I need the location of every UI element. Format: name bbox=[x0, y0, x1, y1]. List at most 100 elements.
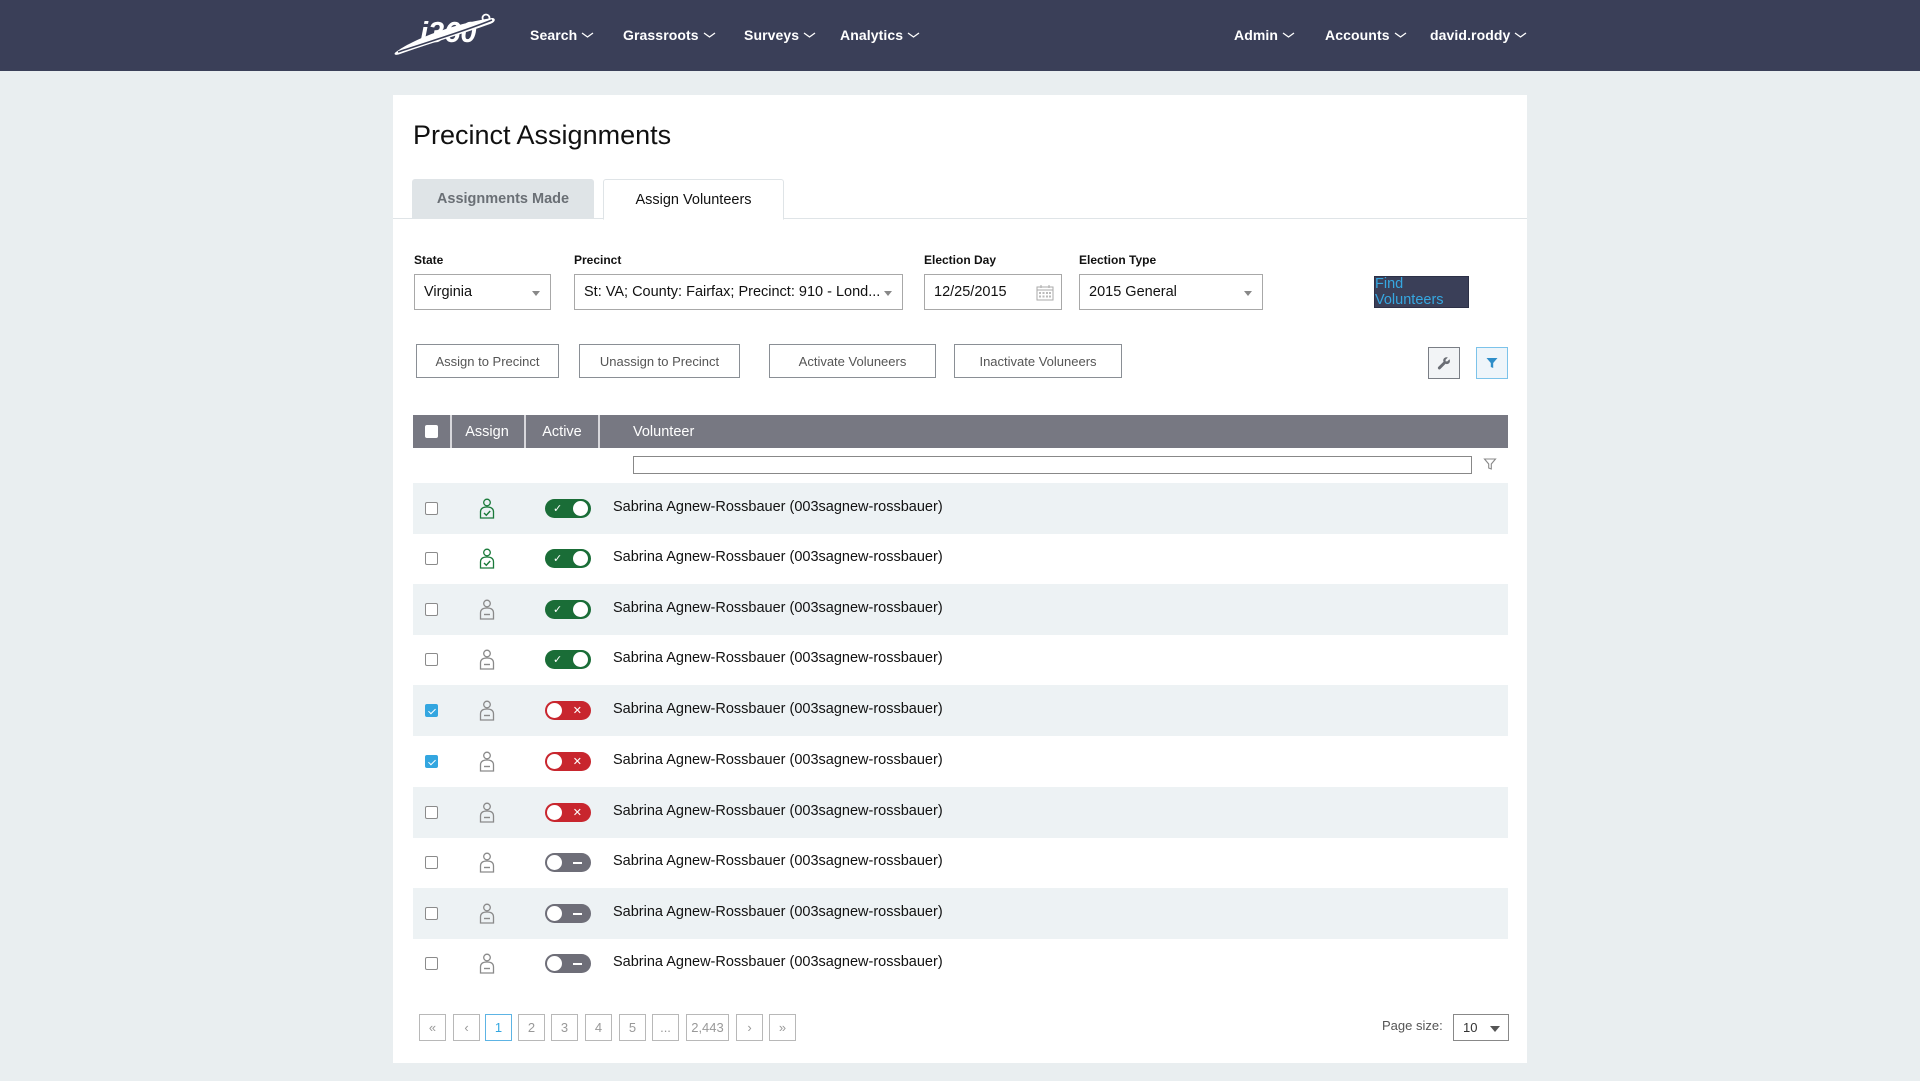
nav-user-label: david.roddy bbox=[1430, 27, 1511, 43]
svg-text:i360: i360 bbox=[420, 17, 476, 49]
minus-icon bbox=[573, 853, 582, 872]
table-row[interactable]: ✓ Sabrina Agnew-Rossbauer (003sagnew-ross… bbox=[413, 483, 1508, 534]
active-toggle-unset[interactable] bbox=[545, 954, 591, 973]
column-header-volunteer[interactable]: Volunteer bbox=[633, 415, 694, 448]
volunteer-filter-input[interactable] bbox=[633, 456, 1472, 474]
table-row[interactable]: Sabrina Agnew-Rossbauer (003sagnew-rossb… bbox=[413, 938, 1508, 989]
page-5-button[interactable]: 5 bbox=[619, 1014, 646, 1041]
person-unassigned-icon[interactable] bbox=[479, 802, 495, 823]
caret-down-icon bbox=[884, 291, 892, 296]
first-page-button[interactable]: « bbox=[419, 1014, 446, 1041]
row-checkbox[interactable] bbox=[425, 704, 438, 717]
active-toggle-unset[interactable] bbox=[545, 853, 591, 872]
column-header-assign[interactable]: Assign bbox=[450, 415, 524, 448]
more-pages-button[interactable]: ... bbox=[652, 1014, 679, 1041]
tab-assignments-made[interactable]: Assignments Made bbox=[412, 179, 594, 219]
volunteer-name: Sabrina Agnew-Rossbauer (003sagnew-rossb… bbox=[613, 499, 943, 515]
prev-page-button[interactable]: ‹ bbox=[453, 1014, 480, 1041]
table-row[interactable]: ✕ Sabrina Agnew-Rossbauer (003sagnew-ross… bbox=[413, 685, 1508, 736]
table-row[interactable]: ✓ Sabrina Agnew-Rossbauer (003sagnew-ross… bbox=[413, 584, 1508, 635]
check-icon: ✓ bbox=[553, 654, 563, 666]
toggle-knob bbox=[547, 855, 562, 870]
page-1-button[interactable]: 1 bbox=[485, 1014, 512, 1041]
chevron-down-icon bbox=[803, 32, 816, 38]
person-unassigned-icon[interactable] bbox=[479, 852, 495, 873]
nav-surveys[interactable]: Surveys bbox=[744, 24, 816, 46]
state-select[interactable]: Virginia bbox=[414, 274, 551, 310]
toggle-knob bbox=[547, 805, 562, 820]
tab-assign-volunteers[interactable]: Assign Volunteers bbox=[603, 179, 784, 220]
active-toggle-active[interactable]: ✓ bbox=[545, 600, 591, 619]
person-assigned-icon[interactable] bbox=[479, 498, 495, 519]
nav-grassroots[interactable]: Grassroots bbox=[623, 24, 716, 46]
settings-wrench-button[interactable] bbox=[1428, 347, 1460, 379]
table-row[interactable]: ✕ Sabrina Agnew-Rossbauer (003sagnew-ross… bbox=[413, 736, 1508, 787]
table-row[interactable]: Sabrina Agnew-Rossbauer (003sagnew-rossb… bbox=[413, 888, 1508, 939]
table-row[interactable]: ✕ Sabrina Agnew-Rossbauer (003sagnew-ross… bbox=[413, 787, 1508, 838]
row-checkbox[interactable] bbox=[425, 957, 438, 970]
filter-icon bbox=[1486, 358, 1498, 368]
assign-to-precinct-button[interactable]: Assign to Precinct bbox=[416, 344, 559, 378]
row-checkbox[interactable] bbox=[425, 552, 438, 565]
volunteer-name: Sabrina Agnew-Rossbauer (003sagnew-rossb… bbox=[613, 853, 943, 869]
page-title: Precinct Assignments bbox=[413, 120, 672, 150]
row-checkbox[interactable] bbox=[425, 755, 438, 768]
person-unassigned-icon[interactable] bbox=[479, 599, 495, 620]
table-row[interactable]: Sabrina Agnew-Rossbauer (003sagnew-rossb… bbox=[413, 837, 1508, 888]
person-unassigned-icon[interactable] bbox=[479, 700, 495, 721]
row-checkbox[interactable] bbox=[425, 907, 438, 920]
last-page-number-button[interactable]: 2,443 bbox=[686, 1014, 729, 1041]
person-unassigned-icon[interactable] bbox=[479, 953, 495, 974]
nav-accounts[interactable]: Accounts bbox=[1325, 24, 1407, 46]
inactivate-volunteers-button[interactable]: Inactivate Voluneers bbox=[954, 344, 1122, 378]
page-4-button[interactable]: 4 bbox=[585, 1014, 612, 1041]
page-2-button[interactable]: 2 bbox=[518, 1014, 545, 1041]
filter-toggle-button[interactable] bbox=[1476, 347, 1508, 379]
table-row[interactable]: ✓ Sabrina Agnew-Rossbauer (003sagnew-ross… bbox=[413, 533, 1508, 584]
x-icon: ✕ bbox=[572, 807, 582, 819]
unassign-to-precinct-button[interactable]: Unassign to Precinct bbox=[579, 344, 740, 378]
next-page-button[interactable]: › bbox=[736, 1014, 763, 1041]
row-checkbox[interactable] bbox=[425, 603, 438, 616]
person-assigned-icon[interactable] bbox=[479, 548, 495, 569]
nav-user-menu[interactable]: david.roddy bbox=[1430, 24, 1527, 46]
person-unassigned-icon[interactable] bbox=[479, 649, 495, 670]
active-toggle-inactive[interactable]: ✕ bbox=[545, 701, 591, 720]
column-filter-icon[interactable] bbox=[1483, 457, 1497, 471]
column-divider bbox=[598, 415, 600, 448]
precinct-select[interactable]: St: VA; County: Fairfax; Precinct: 910 -… bbox=[574, 274, 903, 310]
election-type-select[interactable]: 2015 General bbox=[1079, 274, 1263, 310]
toggle-knob bbox=[573, 602, 588, 617]
active-toggle-active[interactable]: ✓ bbox=[545, 650, 591, 669]
minus-icon bbox=[573, 904, 582, 923]
page-size-value: 10 bbox=[1463, 1020, 1478, 1035]
i360-logo[interactable]: i360 bbox=[392, 10, 498, 56]
find-volunteers-button[interactable]: Find Volunteers bbox=[1374, 276, 1469, 308]
chevron-down-icon bbox=[907, 32, 920, 38]
column-header-active[interactable]: Active bbox=[526, 415, 598, 448]
nav-analytics[interactable]: Analytics bbox=[840, 24, 920, 46]
page-3-button[interactable]: 3 bbox=[551, 1014, 578, 1041]
table-row[interactable]: ✓ Sabrina Agnew-Rossbauer (003sagnew-ross… bbox=[413, 634, 1508, 685]
calendar-icon[interactable] bbox=[1036, 284, 1054, 301]
select-all-checkbox[interactable] bbox=[425, 425, 438, 438]
nav-search[interactable]: Search bbox=[530, 24, 594, 46]
active-toggle-inactive[interactable]: ✕ bbox=[545, 803, 591, 822]
person-unassigned-icon[interactable] bbox=[479, 751, 495, 772]
active-toggle-inactive[interactable]: ✕ bbox=[545, 752, 591, 771]
election-type-label: Election Type bbox=[1079, 253, 1157, 267]
election-day-input[interactable]: 12/25/2015 bbox=[924, 274, 1062, 310]
row-checkbox[interactable] bbox=[425, 502, 438, 515]
person-unassigned-icon[interactable] bbox=[479, 903, 495, 924]
nav-admin[interactable]: Admin bbox=[1234, 24, 1295, 46]
row-checkbox[interactable] bbox=[425, 856, 438, 869]
activate-volunteers-button[interactable]: Activate Voluneers bbox=[769, 344, 936, 378]
active-toggle-unset[interactable] bbox=[545, 904, 591, 923]
row-checkbox[interactable] bbox=[425, 806, 438, 819]
check-icon: ✓ bbox=[553, 553, 563, 565]
row-checkbox[interactable] bbox=[425, 653, 438, 666]
active-toggle-active[interactable]: ✓ bbox=[545, 549, 591, 568]
active-toggle-active[interactable]: ✓ bbox=[545, 499, 591, 518]
last-page-button[interactable]: » bbox=[769, 1014, 796, 1041]
page-size-select[interactable]: 10 bbox=[1453, 1014, 1509, 1041]
